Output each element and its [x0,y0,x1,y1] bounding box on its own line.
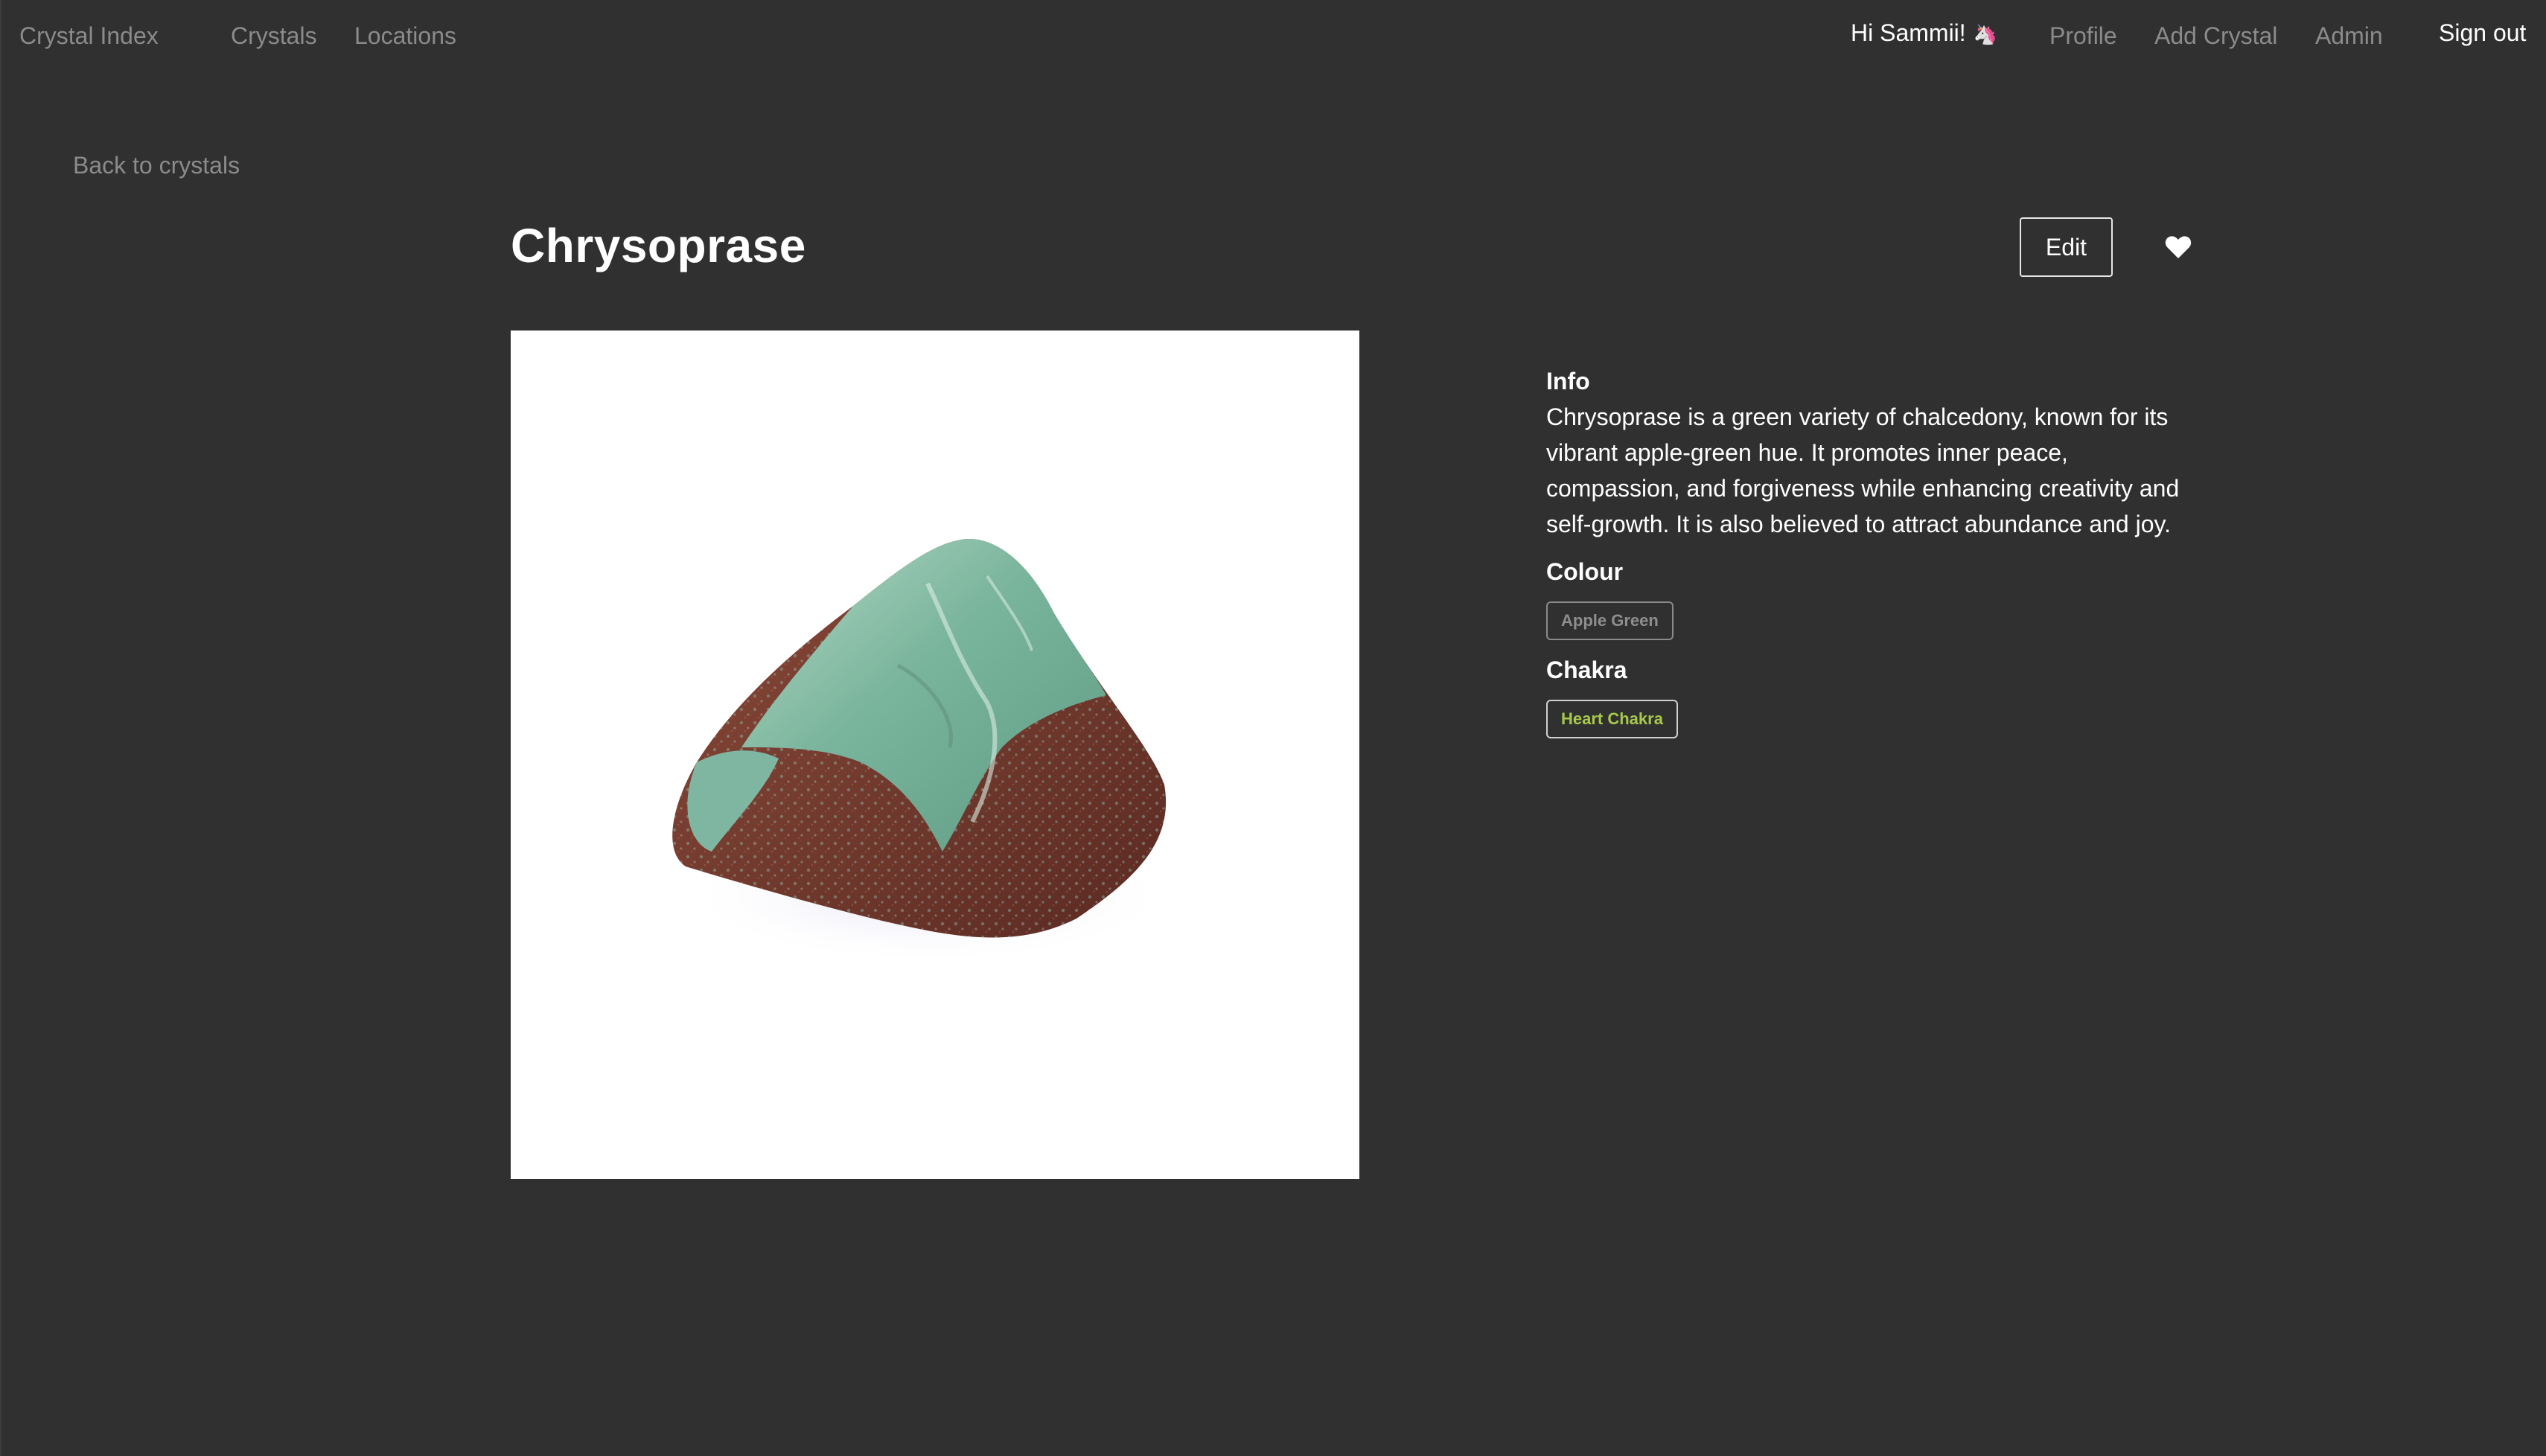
crystal-info-panel: Info Chrysoprase is a green variety of c… [1546,365,2201,738]
colour-heading: Colour [1546,558,1624,585]
chrysoprase-stone-image [672,539,1173,963]
nav-link-admin[interactable]: Admin [2315,22,2383,49]
unicorn-icon: 🦄 [1973,23,1998,45]
chakra-tag[interactable]: Heart Chakra [1546,700,1678,738]
chakra-heading: Chakra [1546,657,1627,683]
user-greeting: Hi Sammii! 🦄 [1851,19,1997,48]
crystal-detail-page: Crystal Index Crystals Locations Hi Samm… [0,0,2546,1456]
info-description: Chrysoprase is a green variety of chalce… [1546,403,2180,537]
colour-tag[interactable]: Apple Green [1546,601,1674,640]
favourite-button[interactable] [2157,228,2199,266]
nav-link-add-crystal[interactable]: Add Crystal [2154,22,2277,49]
colour-section: Colour Apple Green [1546,555,2201,640]
sign-out-link[interactable]: Sign out [2439,19,2526,46]
heart-icon [2165,236,2192,258]
brand-link[interactable]: Crystal Index [19,22,159,49]
top-nav: Crystal Index Crystals Locations Hi Samm… [1,0,2546,71]
nav-link-profile[interactable]: Profile [2049,22,2117,49]
crystal-photo [511,331,1359,1179]
edit-button[interactable]: Edit [2020,217,2113,277]
info-heading: Info [1546,368,1590,395]
back-to-crystals-link[interactable]: Back to crystals [73,152,240,179]
chakra-section: Chakra Heart Chakra [1546,654,2201,738]
greeting-text: Hi Sammii! [1851,19,1966,46]
nav-link-crystals[interactable]: Crystals [231,22,317,49]
nav-link-locations[interactable]: Locations [354,22,456,49]
page-title: Chrysoprase [511,219,806,272]
